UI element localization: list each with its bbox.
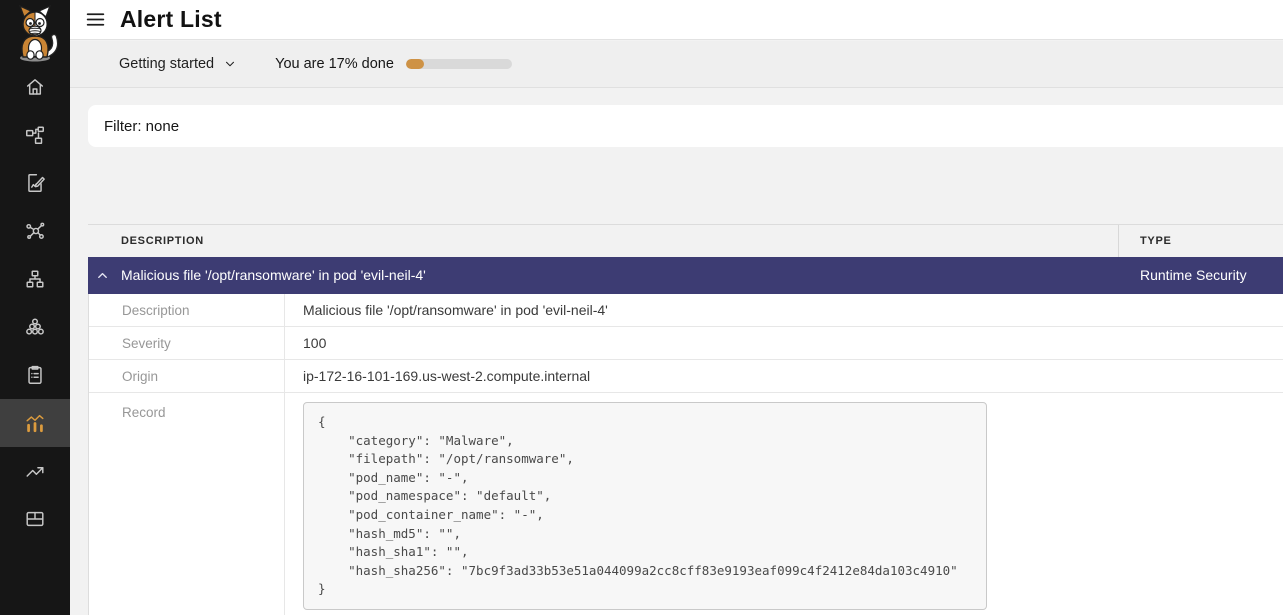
detail-value: Malicious file '/opt/ransomware' in pod … [284, 294, 1283, 326]
filter-bar[interactable]: Filter: none [88, 105, 1283, 147]
getting-started-label: Getting started [119, 56, 214, 72]
filter-label: Filter: none [104, 118, 179, 135]
detail-label: Severity [89, 327, 284, 359]
sitemap-icon [24, 268, 46, 290]
chevron-up-icon [95, 268, 110, 283]
record-json-code[interactable]: { "category": "Malware", "filepath": "/o… [303, 402, 987, 610]
sidebar [0, 0, 70, 615]
detail-row-record: Record { "category": "Malware", "filepat… [89, 393, 1283, 615]
chevron-down-icon [223, 57, 237, 71]
table-header-row: DESCRIPTION TYPE [88, 224, 1283, 257]
alert-details-panel: Description Malicious file '/opt/ransomw… [88, 294, 1283, 615]
hamburger-icon [85, 9, 106, 30]
top-bar: Alert List [70, 0, 1283, 40]
detail-value: { "category": "Malware", "filepath": "/o… [284, 393, 1283, 615]
progress-bar [406, 59, 512, 69]
report-icon [24, 172, 46, 194]
getting-started-dropdown[interactable]: Getting started [119, 56, 237, 72]
column-header-type: TYPE [1140, 225, 1172, 258]
sidebar-item-checklist[interactable] [0, 351, 70, 399]
collapse-row-button[interactable] [95, 268, 110, 288]
main-area: Alert List Getting started You are 17% d… [70, 0, 1283, 615]
analytics-icon [24, 412, 46, 434]
progress-text: You are 17% done [275, 56, 394, 72]
column-divider [1118, 225, 1119, 258]
content-area: Filter: none DESCRIPTION TYPE Malicious … [70, 89, 1283, 615]
detail-row-severity: Severity 100 [89, 327, 1283, 360]
detail-row-origin: Origin ip-172-16-101-169.us-west-2.compu… [89, 360, 1283, 393]
molecule-icon [24, 220, 46, 242]
clipboard-icon [24, 364, 46, 386]
menu-toggle-button[interactable] [85, 9, 106, 30]
sidebar-item-topology[interactable] [0, 111, 70, 159]
sidebar-item-sitemap[interactable] [0, 255, 70, 303]
app-root: Alert List Getting started You are 17% d… [0, 0, 1283, 615]
trend-icon [24, 460, 46, 482]
alerts-table: DESCRIPTION TYPE Malicious file '/opt/ra… [88, 224, 1283, 615]
topology-icon [24, 124, 46, 146]
page-title: Alert List [120, 6, 222, 33]
cat-mascot-logo[interactable] [10, 3, 60, 63]
column-header-description: DESCRIPTION [121, 225, 204, 258]
home-icon [24, 76, 46, 98]
alert-type: Runtime Security [1140, 257, 1247, 294]
detail-value: ip-172-16-101-169.us-west-2.compute.inte… [284, 360, 1283, 392]
sidebar-item-report[interactable] [0, 159, 70, 207]
alert-row-expanded[interactable]: Malicious file '/opt/ransomware' in pod … [88, 257, 1283, 294]
getting-started-band: Getting started You are 17% done [70, 41, 1283, 88]
sidebar-item-cluster[interactable] [0, 303, 70, 351]
detail-label: Record [89, 393, 284, 615]
detail-value: 100 [284, 327, 1283, 359]
alert-description: Malicious file '/opt/ransomware' in pod … [121, 257, 426, 294]
sidebar-item-trends[interactable] [0, 447, 70, 495]
sidebar-nav [0, 63, 70, 543]
sidebar-item-storage[interactable] [0, 495, 70, 543]
detail-label: Origin [89, 360, 284, 392]
cluster-icon [24, 316, 46, 338]
sidebar-item-analytics[interactable] [0, 399, 70, 447]
sidebar-item-home[interactable] [0, 63, 70, 111]
progress-fill [406, 59, 424, 69]
sidebar-item-molecule[interactable] [0, 207, 70, 255]
storage-box-icon [24, 508, 46, 530]
detail-row-description: Description Malicious file '/opt/ransomw… [89, 294, 1283, 327]
detail-label: Description [89, 294, 284, 326]
